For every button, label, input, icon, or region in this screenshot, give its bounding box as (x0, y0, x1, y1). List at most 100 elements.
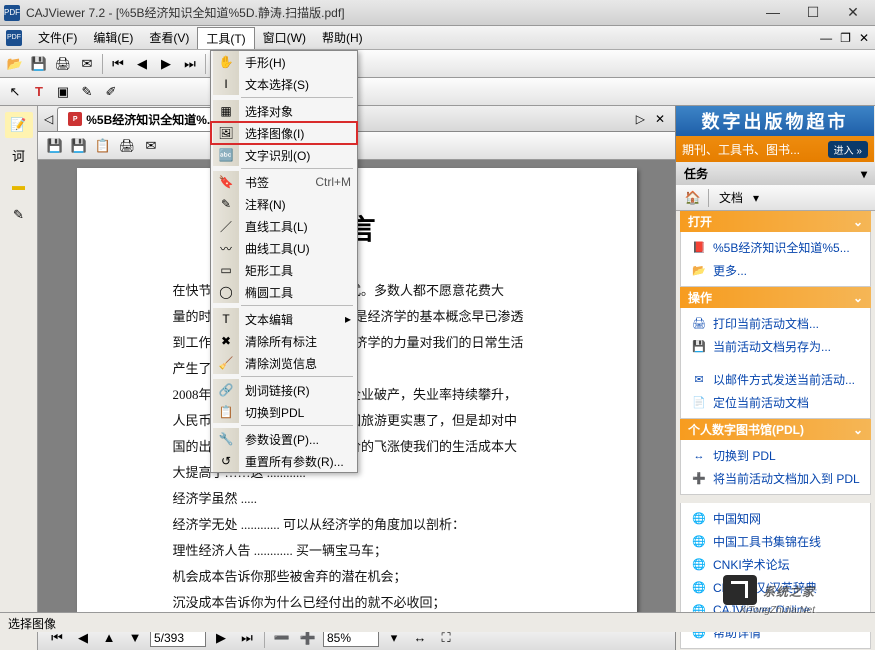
menu-item[interactable]: ▭矩形工具 (211, 259, 357, 281)
menu-help[interactable]: 帮助(H) (314, 27, 371, 48)
menu-item[interactable]: ▦选择对象 (211, 100, 357, 122)
mdi-restore-button[interactable]: ❐ (840, 31, 851, 45)
saveas-icon[interactable]: 💾 (68, 135, 90, 157)
menu-separator (241, 376, 353, 377)
link-item[interactable]: 🌐中国工具书集锦在线 (681, 530, 870, 553)
link-item[interactable]: 📂更多... (681, 259, 870, 282)
menu-item[interactable]: I文本选择(S) (211, 73, 357, 95)
link-item[interactable]: ➕将当前活动文档加入到 PDL (681, 467, 870, 490)
menu-item[interactable]: T文本编辑▸ (211, 308, 357, 330)
menu-item-label: 切换到PDL (245, 404, 351, 421)
menu-item[interactable]: 🔧参数设置(P)... (211, 428, 357, 450)
para: 机会成本告诉你那些被舍弃的潜在机会； (147, 564, 587, 590)
arrow-icon[interactable]: ↖ (4, 81, 26, 103)
print-icon[interactable]: 🖨 (116, 135, 138, 157)
menu-item-icon: ✖ (213, 330, 239, 352)
highlight-icon[interactable]: ▣ (52, 81, 74, 103)
docs-label[interactable]: 文档 (713, 189, 749, 206)
tab-next-icon[interactable]: ▷ (632, 112, 649, 126)
copy-icon[interactable]: 📋 (92, 135, 114, 157)
menu-item[interactable]: 🧹清除浏览信息 (211, 352, 357, 374)
mdi-close-button[interactable]: ✕ (859, 31, 869, 45)
menu-view[interactable]: 查看(V) (141, 27, 197, 48)
link-item[interactable]: 📕%5B经济知识全知道%5... (681, 236, 870, 259)
link-icon: 📂 (691, 263, 707, 279)
window-controls: — ☐ ✕ (763, 4, 863, 21)
print-icon[interactable]: 🖨 (52, 53, 74, 75)
tool-pen-icon[interactable]: ✎ (5, 202, 33, 228)
link-item[interactable]: ↔切换到 PDL (681, 444, 870, 467)
statusbar: 选择图像 (0, 612, 875, 632)
section-operate-header[interactable]: 操作⌄ (680, 287, 871, 308)
open-icon[interactable]: 📂 (4, 53, 26, 75)
menu-item-icon: T (213, 308, 239, 330)
link-item[interactable]: 📄定位当前活动文档 (681, 391, 870, 414)
dropdown-icon[interactable]: ▾ (753, 191, 759, 205)
tool-annotate-icon[interactable]: 📝 (5, 112, 33, 138)
save-icon[interactable]: 💾 (44, 135, 66, 157)
promo-banner[interactable]: 数字出版物超市 期刊、工具书、图书... 进入 » (676, 106, 874, 162)
menu-item-icon: ◯ (213, 281, 239, 303)
menu-item[interactable]: ↺重置所有参数(R)... (211, 450, 357, 472)
menu-tools[interactable]: 工具(T) (197, 27, 254, 49)
tool-text-icon[interactable]: 诃 (5, 142, 33, 168)
link-item[interactable]: 🌐中国知网 (681, 507, 870, 530)
tasks-toolbar: 🏠 文档 ▾ (676, 185, 875, 211)
section-pdl-header[interactable]: 个人数字图书馆(PDL)⌄ (680, 419, 871, 440)
menu-item[interactable]: 🖼选择图像(I) (211, 122, 357, 144)
pin-icon[interactable]: ▾ (861, 167, 867, 181)
link-item[interactable]: 🌐CNKI英汉/汉英辞典 (681, 576, 870, 599)
menu-item[interactable]: ✋手形(H) (211, 51, 357, 73)
link-item[interactable]: ✉以邮件方式发送当前活动... (681, 368, 870, 391)
page-next-icon[interactable]: ▶ (155, 53, 177, 75)
note2-icon[interactable]: ✐ (100, 81, 122, 103)
close-button[interactable]: ✕ (843, 4, 863, 21)
menu-item-label: 选择对象 (245, 103, 351, 120)
minimize-button[interactable]: — (763, 4, 783, 21)
menu-item[interactable]: ✎注释(N) (211, 193, 357, 215)
page-last-icon[interactable]: ⏭ (179, 53, 201, 75)
save-icon[interactable]: 💾 (28, 53, 50, 75)
menu-item-label: 直线工具(L) (245, 218, 351, 235)
tab-close-icon[interactable]: ✕ (651, 112, 669, 126)
menu-item[interactable]: ◯椭圆工具 (211, 281, 357, 303)
maximize-button[interactable]: ☐ (803, 4, 823, 21)
tool-highlight-icon[interactable]: ▬ (5, 172, 33, 198)
menu-item[interactable]: 🔖书签Ctrl+M (211, 171, 357, 193)
mail2-icon[interactable]: ✉ (140, 135, 162, 157)
menu-window[interactable]: 窗口(W) (255, 27, 314, 48)
menu-item[interactable]: 🔗划词链接(R) (211, 379, 357, 401)
menu-item[interactable]: 🔤文字识别(O) (211, 144, 357, 166)
menu-item[interactable]: 〰曲线工具(U) (211, 237, 357, 259)
tasks-home-icon[interactable]: 🏠 (682, 187, 704, 209)
menu-item[interactable]: 📋切换到PDL (211, 401, 357, 423)
menu-file[interactable]: 文件(F) (30, 27, 85, 48)
window-title: CAJViewer 7.2 - [%5B经济知识全知道%5D.静涛.扫描版.pd… (26, 4, 763, 21)
chevron-icon: ⌄ (853, 215, 863, 229)
menu-item[interactable]: ／直线工具(L) (211, 215, 357, 237)
menu-item[interactable]: ✖清除所有标注 (211, 330, 357, 352)
para: 经济学虽然 ..... (147, 486, 587, 512)
menu-item-label: 注释(N) (245, 196, 351, 213)
mail-icon[interactable]: ✉ (76, 53, 98, 75)
tab-prev-icon[interactable]: ◁ (44, 112, 53, 126)
menu-item-icon: ↺ (213, 450, 239, 472)
link-item[interactable]: 🖨打印当前活动文档... (681, 312, 870, 335)
menu-item-label: 文本编辑 (245, 311, 345, 328)
text-icon[interactable]: T (28, 81, 50, 103)
menu-edit[interactable]: 编辑(E) (85, 27, 141, 48)
menu-separator (241, 305, 353, 306)
banner-go-button[interactable]: 进入 » (828, 141, 868, 158)
section-pdl-body: ↔切换到 PDL➕将当前活动文档加入到 PDL (680, 440, 871, 495)
note-icon[interactable]: ✎ (76, 81, 98, 103)
link-item[interactable]: 💾当前活动文档另存为... (681, 335, 870, 358)
left-toolbar: 📝 诃 ▬ ✎ (0, 106, 38, 650)
page-prev-icon[interactable]: ◀ (131, 53, 153, 75)
mdi-minimize-button[interactable]: — (820, 31, 832, 45)
section-open-header[interactable]: 打开⌄ (680, 211, 871, 232)
menu-separator (241, 168, 353, 169)
main-toolbar-2: ↖ T ▣ ✎ ✐ (0, 78, 875, 106)
link-item[interactable]: 🌐CNKI学术论坛 (681, 553, 870, 576)
page-first-icon[interactable]: ⏮ (107, 53, 129, 75)
document-tab[interactable]: P %5B经济知识全知道%... (57, 107, 228, 131)
